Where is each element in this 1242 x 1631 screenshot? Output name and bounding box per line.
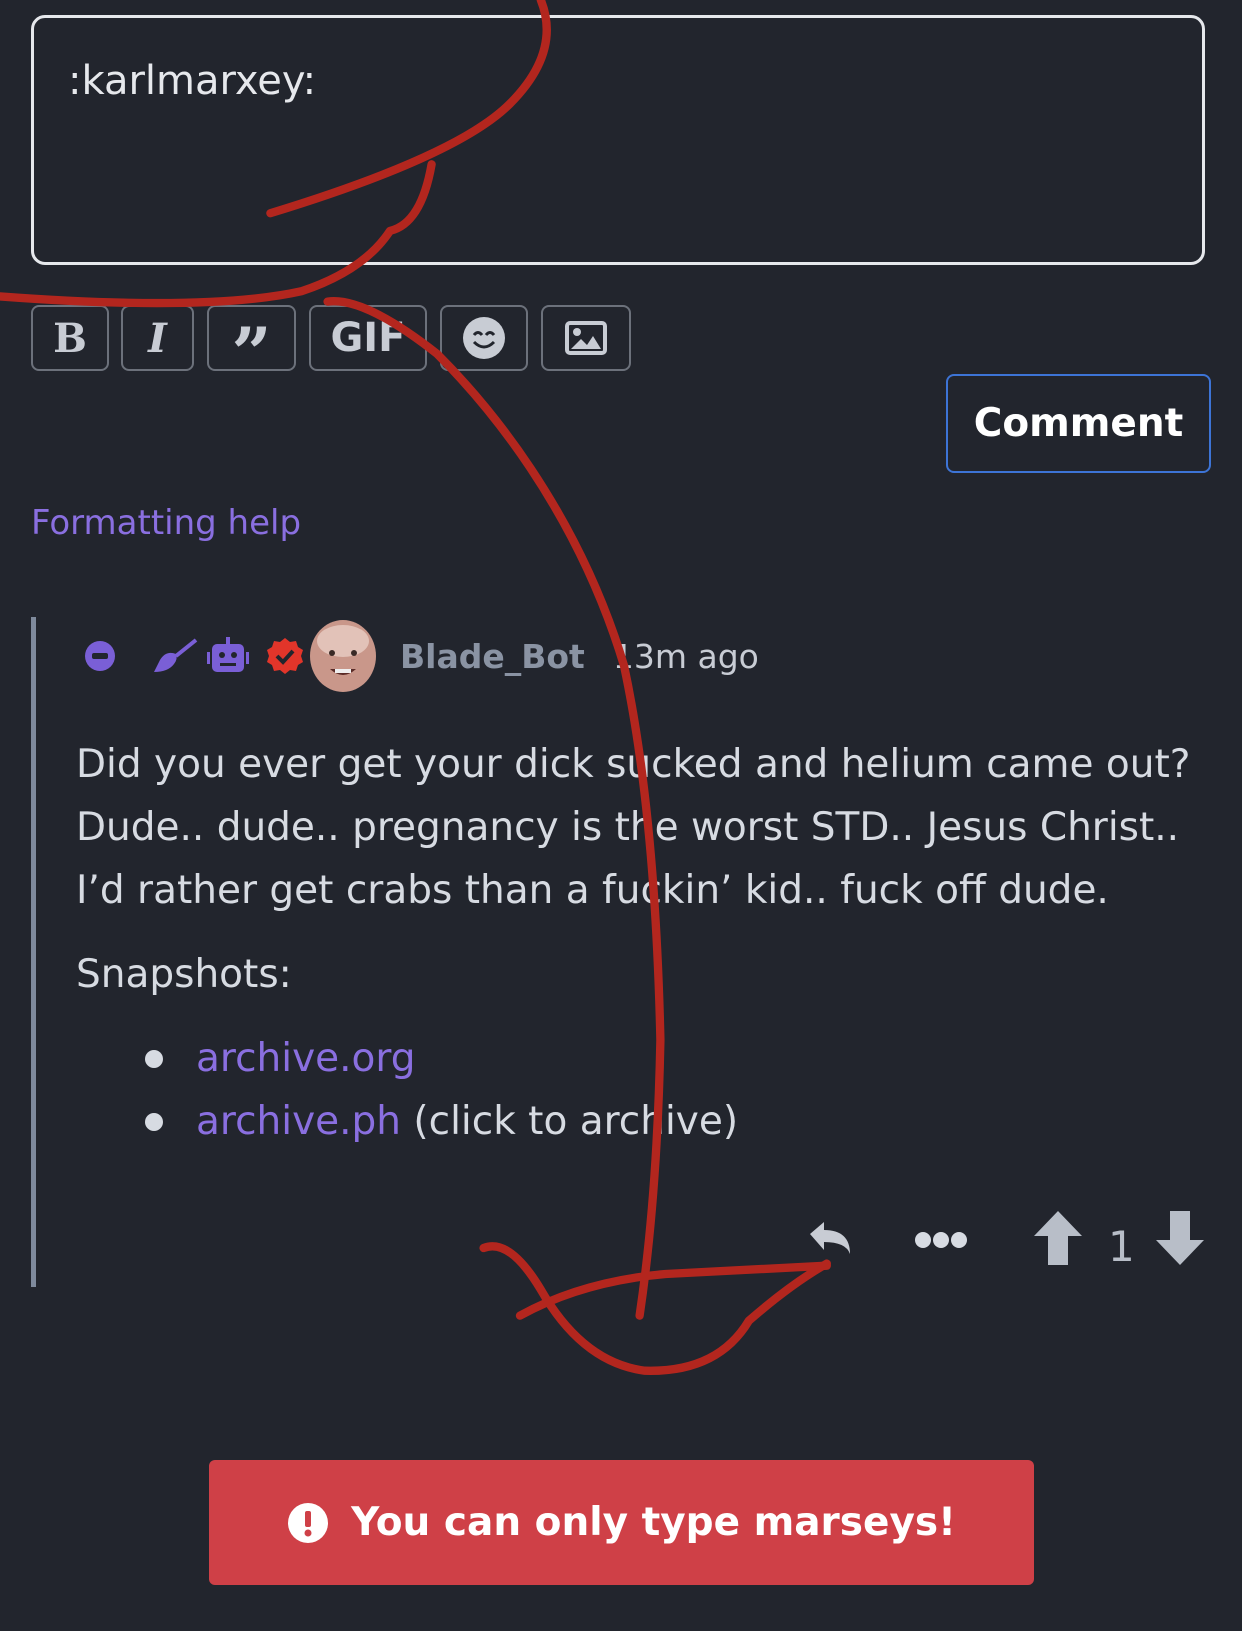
italic-icon: I [148, 314, 167, 362]
gif-button[interactable]: GIF [309, 305, 427, 371]
formatting-help-link[interactable]: Formatting help [31, 503, 301, 543]
comment-body: Did you ever get your dick sucked and he… [76, 733, 1191, 922]
downvote-icon[interactable] [1155, 1210, 1205, 1266]
emoji-icon [463, 317, 505, 359]
comment-line: Dude.. dude.. pregnancy is the worst STD… [76, 805, 1180, 850]
archive-ph-link[interactable]: archive.ph [196, 1099, 401, 1144]
snapshot-item: archive.org [196, 1027, 416, 1090]
emoji-button[interactable] [440, 305, 528, 371]
bullet [145, 1050, 163, 1068]
image-icon [565, 321, 607, 355]
vote-score: 1 [1108, 1222, 1135, 1271]
toast-message: You can only type marseys! [351, 1500, 956, 1545]
username[interactable]: Blade_Bot [400, 637, 585, 676]
exclamation-circle-icon [288, 1502, 329, 1543]
snapshot-item: archive.ph (click to archive) [196, 1090, 738, 1153]
italic-button[interactable]: I [121, 305, 194, 371]
comment-button[interactable]: Comment [946, 374, 1211, 473]
more-options-icon[interactable] [914, 1230, 968, 1250]
gif-icon: GIF [330, 315, 406, 361]
upvote-icon[interactable] [1033, 1210, 1083, 1266]
textarea-value: :karlmarxey: [68, 58, 317, 104]
quote-button[interactable]: ” [207, 305, 296, 395]
broom-icon [154, 638, 198, 672]
comment-line: Did you ever get your dick sucked and he… [76, 742, 1191, 787]
archive-org-link[interactable]: archive.org [196, 1036, 416, 1081]
comment-line: I’d rather get crabs than a fuckin’ kid.… [76, 868, 1109, 913]
snapshots-label: Snapshots: [76, 952, 292, 997]
error-toast: You can only type marseys! [209, 1460, 1034, 1585]
image-button[interactable] [541, 305, 631, 371]
avatar[interactable] [308, 619, 378, 693]
bold-button[interactable]: B [31, 305, 109, 371]
robot-icon [207, 637, 249, 672]
comment-header: Blade_Bot 13m ago [84, 620, 759, 692]
verified-badge-icon [267, 638, 303, 674]
bold-icon: B [53, 314, 87, 362]
minus-circle-icon[interactable] [84, 640, 116, 672]
reply-icon[interactable] [808, 1218, 854, 1260]
comment-textarea[interactable]: :karlmarxey: [31, 15, 1205, 265]
bullet [145, 1113, 163, 1131]
quote-icon: ” [231, 311, 272, 395]
snapshot-note: (click to archive) [401, 1099, 739, 1144]
thread-line[interactable] [31, 617, 36, 1287]
timestamp: 13m ago [612, 636, 759, 676]
